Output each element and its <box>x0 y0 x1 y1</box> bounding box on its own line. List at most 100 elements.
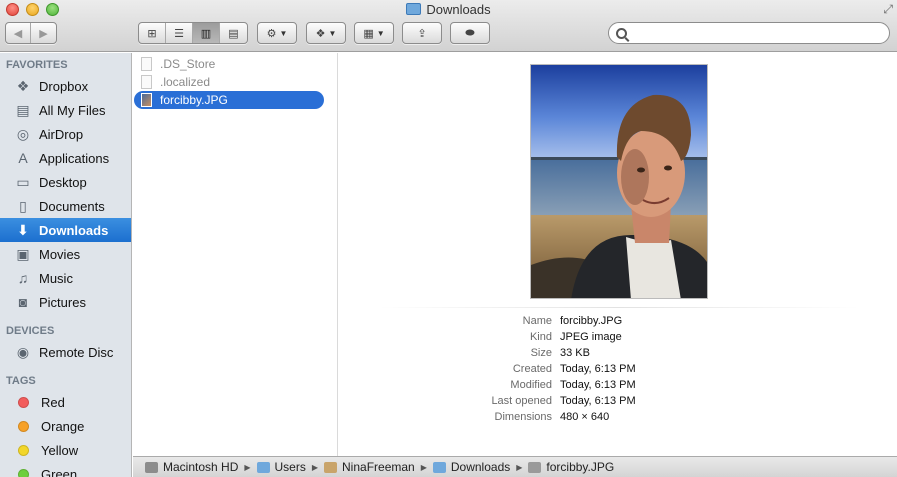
path-segment[interactable]: Users <box>256 460 306 474</box>
sidebar-tag-green[interactable]: Green <box>0 462 131 477</box>
dropbox-menu-button[interactable]: ❖ ▼ <box>307 23 345 43</box>
chevron-right-icon: ▶ <box>516 462 523 472</box>
sidebar-tag-label: Orange <box>41 418 85 434</box>
info-row: Name forcibby.JPG <box>339 315 897 331</box>
info-row: Size 33 KB <box>339 347 897 363</box>
view-mode-group: ⊞ ☰ ▥ ▤ <box>138 22 248 44</box>
info-value: 480 × 640 <box>560 411 610 423</box>
path-segment-label: forcibby.JPG <box>546 460 615 474</box>
image-file-icon <box>141 93 152 107</box>
path-segment-label: NinaFreeman <box>342 460 415 474</box>
movies-icon: ▣ <box>16 245 30 262</box>
chevron-right-icon: ▶ <box>244 462 251 472</box>
file-row[interactable]: .localized <box>134 73 337 91</box>
sidebar-item-documents[interactable]: ▯ Documents <box>0 194 131 218</box>
pictures-icon: ◙ <box>18 294 28 310</box>
sidebar-item-downloads[interactable]: ⬇ Downloads <box>0 218 131 242</box>
window-toolbar: Downloads ⤢ ◀ ▶ ⊞ ☰ ▥ ▤ ⚙ ▼ ❖ ▼ ▦ ▼ ⇪ ⬬ <box>0 0 897 52</box>
chevron-down-icon: ▼ <box>279 28 288 38</box>
sidebar-item-movies[interactable]: ▣ Movies <box>0 242 131 266</box>
tag-color-dot <box>18 468 29 477</box>
back-button[interactable]: ◀ <box>6 23 31 43</box>
sidebar-tag-label: Red <box>41 394 65 410</box>
list-view-button[interactable]: ☰ <box>166 23 193 43</box>
disc-icon: ◉ <box>16 343 30 360</box>
downloads-folder-icon <box>432 461 446 473</box>
sidebar-item-label: Movies <box>39 246 81 262</box>
share-button[interactable]: ⇪ <box>403 23 441 43</box>
document-file-icon <box>141 75 152 89</box>
forward-button[interactable]: ▶ <box>31 23 56 43</box>
documents-icon: ▯ <box>19 197 27 214</box>
preview-divider <box>379 307 859 308</box>
action-menu-button[interactable]: ⚙ ▼ <box>258 23 296 43</box>
sidebar-item-desktop[interactable]: ▭ Desktop <box>0 170 131 194</box>
image-preview <box>530 64 708 299</box>
sidebar-item-pictures[interactable]: ◙ Pictures <box>0 290 131 314</box>
sidebar-item-label: Desktop <box>39 174 87 190</box>
sidebar-item-all-my-files[interactable]: ▤ All My Files <box>0 98 131 122</box>
icon-view-button[interactable]: ⊞ <box>139 23 166 43</box>
applications-icon: A <box>18 150 28 166</box>
downloads-icon: ⬇ <box>17 221 29 238</box>
info-key: Size <box>530 347 552 359</box>
info-value: Today, 6:13 PM <box>560 379 636 391</box>
file-name: forcibby.JPG <box>160 93 228 107</box>
tag-color-dot <box>18 396 29 408</box>
arrange-icon: ▦ <box>363 27 374 40</box>
sidebar-tag-label: Yellow <box>41 442 79 458</box>
sidebar-tag-orange[interactable]: Orange <box>0 414 131 438</box>
home-icon <box>324 461 338 473</box>
sidebar-item-label: Music <box>39 270 73 286</box>
tag-icon: ⬬ <box>465 26 475 39</box>
path-segment[interactable]: Macintosh HD <box>145 460 238 474</box>
cover-flow-view-button[interactable]: ▤ <box>220 23 247 43</box>
column-view-button[interactable]: ▥ <box>193 23 220 43</box>
info-key: Dimensions <box>494 411 552 423</box>
path-segment[interactable]: NinaFreeman <box>324 460 415 474</box>
tags-group: ⬬ <box>450 22 490 44</box>
info-key: Modified <box>510 379 552 391</box>
all-files-icon: ▤ <box>16 101 30 118</box>
info-row: Modified Today, 6:13 PM <box>339 379 897 395</box>
sidebar-tag-label: Green <box>41 466 78 477</box>
file-name: .DS_Store <box>160 57 216 71</box>
edit-tags-button[interactable]: ⬬ <box>451 23 489 43</box>
sidebar-item-dropbox[interactable]: ❖ Dropbox <box>0 74 131 98</box>
fullscreen-icon[interactable]: ⤢ <box>883 2 893 17</box>
sidebar-item-music[interactable]: ♫ Music <box>0 266 131 290</box>
arrange-menu: ▦ ▼ <box>354 22 394 44</box>
path-segment[interactable]: Downloads <box>432 460 510 474</box>
info-value: Today, 6:13 PM <box>560 363 636 375</box>
info-value: Today, 6:13 PM <box>560 395 636 407</box>
info-row: Last opened Today, 6:13 PM <box>339 395 897 411</box>
file-row[interactable]: .DS_Store <box>134 55 337 73</box>
file-list: .DS_Store .localized forcibby.JPG <box>133 53 337 109</box>
back-forward-group: ◀ ▶ <box>5 22 57 44</box>
sidebar-item-label: Pictures <box>39 294 86 310</box>
path-segment[interactable]: forcibby.JPG <box>528 460 614 474</box>
info-value: JPEG image <box>560 331 622 343</box>
devices-list: ◉ Remote Disc <box>0 340 131 364</box>
hard-drive-icon <box>145 461 158 473</box>
tag-color-dot <box>18 420 29 432</box>
file-row[interactable]: forcibby.JPG <box>134 91 324 109</box>
dropbox-icon: ❖ <box>16 77 30 94</box>
action-menu: ⚙ ▼ <box>257 22 297 44</box>
share-icon: ⇪ <box>417 27 427 40</box>
sidebar-item-airdrop[interactable]: ◎ AirDrop <box>0 122 131 146</box>
dropbox-menu: ❖ ▼ <box>306 22 346 44</box>
sidebar-item-applications[interactable]: A Applications <box>0 146 131 170</box>
search-input[interactable] <box>631 26 881 40</box>
sidebar-item-label: All My Files <box>39 102 106 118</box>
arrange-menu-button[interactable]: ▦ ▼ <box>355 23 393 43</box>
sidebar-tag-red[interactable]: Red <box>0 390 131 414</box>
sidebar-tag-yellow[interactable]: Yellow <box>0 438 131 462</box>
sidebar-item-remote-disc[interactable]: ◉ Remote Disc <box>0 340 131 364</box>
info-key: Last opened <box>491 395 552 407</box>
search-field[interactable] <box>608 22 890 44</box>
document-file-icon <box>141 57 152 71</box>
path-segment-label: Users <box>274 460 306 474</box>
info-row: Dimensions 480 × 640 <box>339 411 897 427</box>
chevron-right-icon: ▶ <box>311 462 319 472</box>
